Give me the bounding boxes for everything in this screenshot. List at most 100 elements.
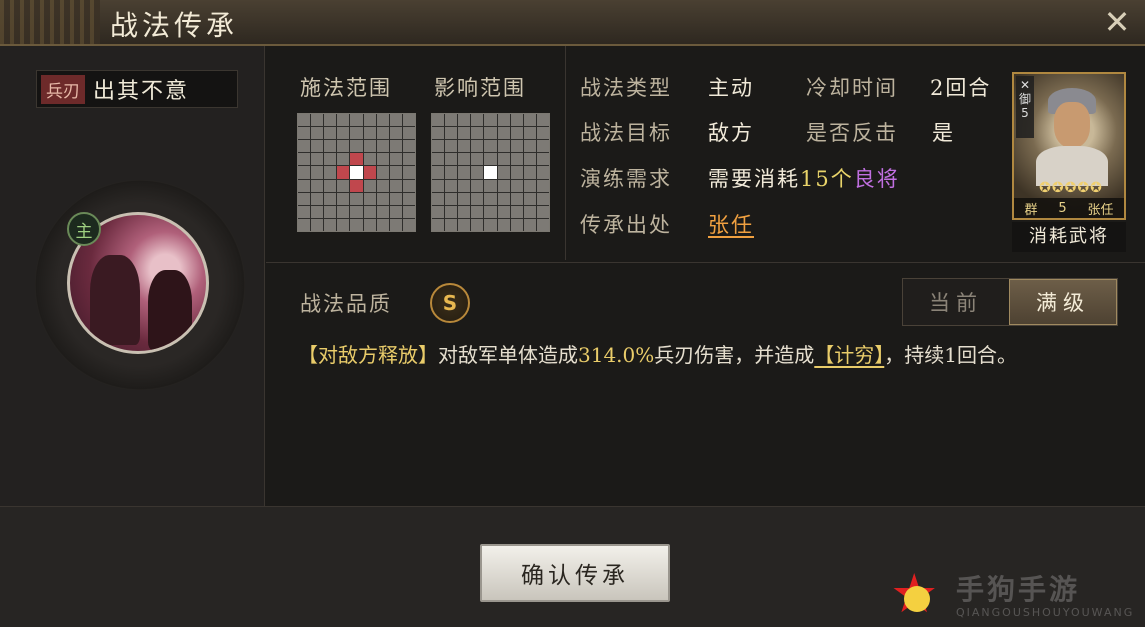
close-icon: ✕ xyxy=(1103,3,1131,41)
grid-cell xyxy=(350,166,363,179)
grid-cell xyxy=(350,140,363,153)
grid-cell xyxy=(337,218,350,231)
hero-name: 张任 xyxy=(1087,202,1114,218)
grid-cell xyxy=(523,166,536,179)
grid-cell xyxy=(445,153,458,166)
grid-cell xyxy=(432,166,445,179)
main-skill-badge: 主 xyxy=(67,212,101,246)
grid-cell xyxy=(311,166,324,179)
grid-cell xyxy=(523,140,536,153)
grid-cell xyxy=(350,205,363,218)
grid-cell xyxy=(484,179,497,192)
desc-percent: 314.0% xyxy=(578,343,655,367)
grid-cell xyxy=(363,192,376,205)
grid-cell xyxy=(376,192,389,205)
grid-cell xyxy=(311,140,324,153)
grid-cell xyxy=(536,114,549,127)
grid-cell xyxy=(445,179,458,192)
counter-value: 是 xyxy=(932,121,955,145)
hero-cost: 5 xyxy=(1058,200,1067,216)
toggle-current[interactable]: 当前 xyxy=(903,279,1009,325)
grid-cell xyxy=(484,127,497,140)
grid-cell xyxy=(471,140,484,153)
grid-cell xyxy=(350,114,363,127)
grid-cell xyxy=(363,218,376,231)
grid-cell xyxy=(389,179,402,192)
grid-cell xyxy=(471,205,484,218)
skill-description: 【对敌方释放】对敌军单体造成314.0%兵刃伤害，并造成【计穷】，持续1回合。 xyxy=(298,338,1128,372)
grid-cell xyxy=(389,114,402,127)
close-button[interactable]: ✕ xyxy=(1099,4,1135,40)
hero-card-side: ✕ 御 5 xyxy=(1016,76,1034,138)
hero-card-footer: 群 5 张任 xyxy=(1014,198,1124,218)
grid-cell xyxy=(337,127,350,140)
grid-cell xyxy=(458,166,471,179)
toggle-max[interactable]: 满级 xyxy=(1009,279,1117,325)
grid-cell xyxy=(471,218,484,231)
grid-cell xyxy=(445,205,458,218)
confirm-inherit-button[interactable]: 确认传承 xyxy=(480,544,670,602)
desc-status-link[interactable]: 【计穷】 xyxy=(814,343,884,367)
cast-range-label: 施法范围 xyxy=(300,76,392,100)
requirement-item: 良将 xyxy=(853,167,900,191)
grid-cell xyxy=(497,218,510,231)
hero-stars: ✪✪✪✪✪ xyxy=(1039,180,1103,196)
grid-cell xyxy=(445,218,458,231)
hero-card[interactable]: ✕ 御 5 ✪✪✪✪✪ 群 5 张任 xyxy=(1012,72,1126,220)
grid-cell xyxy=(376,166,389,179)
grid-cell xyxy=(458,218,471,231)
grid-cell xyxy=(324,166,337,179)
grid-cell xyxy=(337,192,350,205)
page-title: 战法传承 xyxy=(110,9,239,42)
grid-cell xyxy=(389,205,402,218)
grid-cell xyxy=(510,205,523,218)
grid-cell xyxy=(298,205,311,218)
grid-cell xyxy=(484,114,497,127)
grid-cell xyxy=(389,127,402,140)
grid-cell xyxy=(324,114,337,127)
grid-cell xyxy=(311,218,324,231)
grid-cell xyxy=(376,179,389,192)
grid-cell xyxy=(376,153,389,166)
grid-cell xyxy=(523,114,536,127)
grid-cell xyxy=(497,192,510,205)
grid-cell xyxy=(298,127,311,140)
hero-caption: 消耗武将 xyxy=(1012,222,1126,252)
grid-cell xyxy=(510,140,523,153)
effect-range-label: 影响范围 xyxy=(434,76,526,100)
grid-cell xyxy=(298,218,311,231)
grid-cell xyxy=(523,127,536,140)
grid-cell xyxy=(363,127,376,140)
desc-turns: 1 xyxy=(944,343,957,367)
title-bar: 战法传承 ✕ xyxy=(0,0,1145,46)
grid-cell xyxy=(298,153,311,166)
grid-cell xyxy=(350,179,363,192)
grid-cell xyxy=(458,205,471,218)
grid-cell xyxy=(389,218,402,231)
grid-cell xyxy=(536,140,549,153)
grid-cell xyxy=(389,166,402,179)
grid-cell xyxy=(471,192,484,205)
type-value: 主动 xyxy=(708,76,754,100)
grid-cell xyxy=(324,179,337,192)
grid-cell xyxy=(458,140,471,153)
grid-cell xyxy=(298,179,311,192)
grid-cell xyxy=(471,179,484,192)
title-ornament xyxy=(0,0,100,44)
grid-cell xyxy=(523,218,536,231)
grid-cell xyxy=(536,166,549,179)
grid-cell xyxy=(389,192,402,205)
grid-cell xyxy=(484,140,497,153)
grid-cell xyxy=(484,166,497,179)
grid-cell xyxy=(298,114,311,127)
source-hero-link[interactable]: 张任 xyxy=(708,209,754,239)
grid-cell xyxy=(523,179,536,192)
requirement-value: 需要消耗15个良将 xyxy=(708,163,900,193)
grid-cell xyxy=(363,179,376,192)
grid-cell xyxy=(363,205,376,218)
grid-cell xyxy=(324,192,337,205)
grid-cell xyxy=(389,153,402,166)
cast-range-grid xyxy=(297,113,416,232)
grid-cell xyxy=(497,153,510,166)
desc-part: ，持续 xyxy=(884,343,945,367)
